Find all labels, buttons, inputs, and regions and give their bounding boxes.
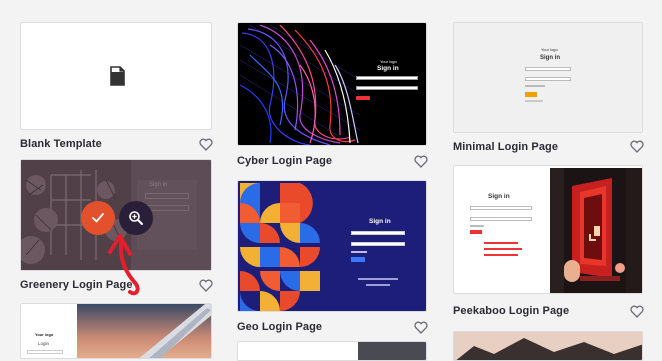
template-card-partial-middle[interactable] bbox=[237, 341, 427, 361]
preview-link bbox=[366, 284, 390, 286]
template-card-blank[interactable]: Blank Template bbox=[20, 22, 213, 154]
template-title: Blank Template bbox=[20, 138, 102, 150]
preview-checkbox-row bbox=[351, 251, 367, 253]
mountain-photo bbox=[454, 332, 642, 360]
preview-logo: Your logo bbox=[380, 59, 397, 64]
preview-field bbox=[356, 86, 418, 90]
template-title: Minimal Login Page bbox=[453, 141, 559, 153]
abstract-wave-art bbox=[240, 25, 426, 145]
template-thumbnail-partial-left[interactable]: Your logo Login bbox=[20, 303, 212, 359]
preview-link bbox=[525, 100, 543, 102]
document-icon bbox=[110, 66, 125, 86]
heart-icon[interactable] bbox=[199, 138, 213, 151]
preview-field bbox=[470, 217, 532, 221]
preview-field bbox=[351, 231, 405, 235]
template-title: Geo Login Page bbox=[237, 321, 323, 333]
preview-heading: Sign in bbox=[149, 182, 168, 188]
template-thumbnail-minimal[interactable]: Your logo Sign in bbox=[453, 22, 643, 133]
preview-button bbox=[525, 92, 537, 97]
geometric-art bbox=[240, 183, 322, 311]
preview-link bbox=[484, 254, 518, 256]
preview-field bbox=[356, 76, 418, 80]
preview-heading: Sign in bbox=[540, 55, 560, 61]
preview-logo: Your logo bbox=[35, 332, 54, 337]
template-thumbnail-blank[interactable] bbox=[20, 22, 212, 130]
heart-icon[interactable] bbox=[199, 279, 213, 292]
template-thumbnail-partial-middle[interactable] bbox=[237, 341, 427, 361]
template-card-partial-right[interactable] bbox=[453, 331, 643, 361]
preview-field bbox=[351, 242, 405, 246]
preview-heading: Sign in bbox=[488, 193, 510, 200]
preview-field bbox=[525, 77, 571, 81]
preview-link bbox=[484, 242, 518, 244]
preview-field bbox=[525, 67, 571, 71]
red-door-photo bbox=[550, 168, 642, 293]
preview-checkbox-row bbox=[470, 225, 484, 227]
zoom-in-icon bbox=[129, 211, 143, 225]
heart-icon[interactable] bbox=[630, 305, 644, 318]
template-title: Cyber Login Page bbox=[237, 155, 333, 167]
preview-image-strip bbox=[358, 342, 426, 360]
preview-link bbox=[484, 248, 522, 250]
preview-field bbox=[470, 206, 532, 210]
sky-wing-photo bbox=[77, 304, 211, 358]
template-thumbnail-partial-right[interactable] bbox=[453, 331, 643, 361]
checkmark-icon bbox=[92, 213, 104, 223]
preview-logo: Your logo bbox=[541, 47, 558, 52]
preview-link bbox=[358, 278, 398, 280]
preview-button bbox=[356, 96, 370, 100]
preview-field bbox=[27, 350, 63, 354]
template-title: Peekaboo Login Page bbox=[453, 305, 570, 317]
template-card-peekaboo[interactable]: Sign in Peekaboo Login Page bbox=[453, 165, 644, 320]
heart-icon[interactable] bbox=[630, 140, 644, 153]
heart-icon[interactable] bbox=[414, 321, 428, 334]
preview-checkbox-row bbox=[525, 85, 545, 87]
preview-button bbox=[351, 257, 365, 262]
preview-heading: Login bbox=[38, 341, 50, 346]
preview-heading: Sign in bbox=[369, 218, 391, 225]
heart-icon[interactable] bbox=[414, 155, 428, 168]
template-thumbnail-cyber[interactable]: Your logo Sign in bbox=[237, 22, 427, 146]
preview-heading: Sign in bbox=[377, 65, 399, 72]
template-thumbnail-geo[interactable]: Sign in bbox=[237, 180, 427, 312]
template-thumbnail-peekaboo[interactable]: Sign in bbox=[453, 165, 643, 294]
template-card-minimal[interactable]: Your logo Sign in Minimal Login Page bbox=[453, 22, 644, 158]
preview-field bbox=[145, 193, 189, 199]
template-card-cyber[interactable]: Your logo Sign in Cyber Login Page bbox=[237, 22, 428, 170]
preview-field bbox=[145, 205, 189, 211]
annotation-arrow bbox=[108, 234, 140, 296]
template-card-geo[interactable]: Sign in Geo Login Page bbox=[237, 180, 428, 334]
template-card-partial-left[interactable]: Your logo Login bbox=[20, 303, 212, 359]
preview-button bbox=[470, 230, 482, 234]
